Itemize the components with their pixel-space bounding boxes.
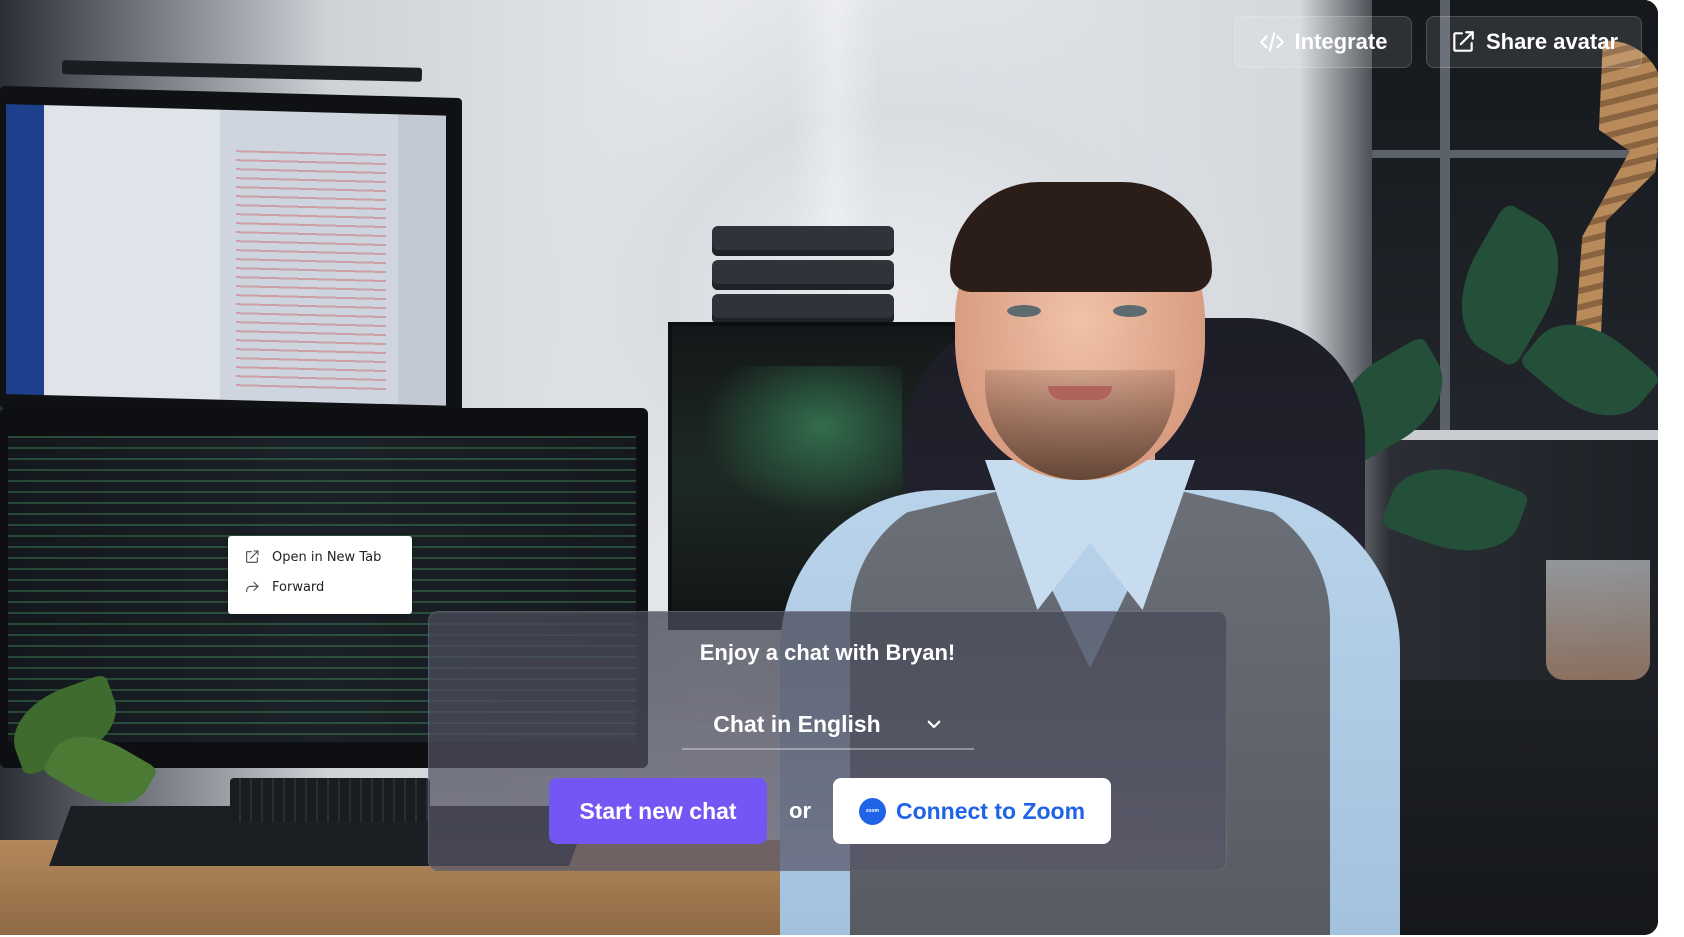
panel-title: Enjoy a chat with Bryan! (699, 640, 956, 665)
avatar-hair (950, 182, 1212, 292)
external-link-icon (1453, 31, 1474, 52)
start-new-chat-button[interactable]: Start new chat (549, 778, 767, 844)
zoom-logo-icon: zoom (858, 797, 886, 825)
external-link-icon (246, 550, 259, 563)
context-menu-item-label: Forward (272, 579, 325, 595)
avatar-eye (1007, 305, 1041, 317)
keyboard (230, 778, 430, 822)
share-avatar-button[interactable]: Share avatar (1426, 16, 1642, 68)
avatar-eye (1113, 305, 1147, 317)
forward-arrow-icon (246, 581, 259, 593)
chat-start-panel: Enjoy a chat with Bryan! Chat in English… (428, 611, 1227, 871)
avatar-mouth (1048, 386, 1112, 400)
integrate-button[interactable]: Integrate (1234, 16, 1412, 68)
zoom-logo-text: zoom (865, 808, 879, 814)
code-icon (1259, 32, 1284, 52)
language-select-value: Chat in English (713, 710, 881, 737)
or-separator: or (789, 798, 811, 823)
share-avatar-label: Share avatar (1485, 29, 1619, 54)
connect-to-zoom-label: Connect to Zoom (895, 797, 1086, 824)
chat-actions: Start new chat or zoom Connect to Zoom (549, 778, 1111, 844)
avatar-stage: Integrate Share avatar Open in New Tab F… (0, 0, 1658, 935)
context-menu-item-label: Open in New Tab (272, 549, 382, 565)
upper-monitor-screen (6, 104, 446, 406)
context-menu-open-new-tab[interactable]: Open in New Tab (228, 542, 412, 572)
code-lines (236, 150, 386, 395)
context-menu-forward[interactable]: Forward (228, 572, 412, 602)
connect-to-zoom-button[interactable]: zoom Connect to Zoom (833, 778, 1111, 844)
integrate-label: Integrate (1294, 29, 1388, 54)
plant-pot (1546, 560, 1650, 680)
language-select[interactable]: Chat in English (682, 700, 974, 750)
cabinet (1378, 680, 1658, 935)
top-actions: Integrate Share avatar (1234, 16, 1642, 68)
chevron-down-icon (927, 720, 941, 729)
context-menu: Open in New Tab Forward (228, 536, 412, 614)
upper-monitor (0, 85, 462, 421)
window-frame (1372, 150, 1658, 158)
